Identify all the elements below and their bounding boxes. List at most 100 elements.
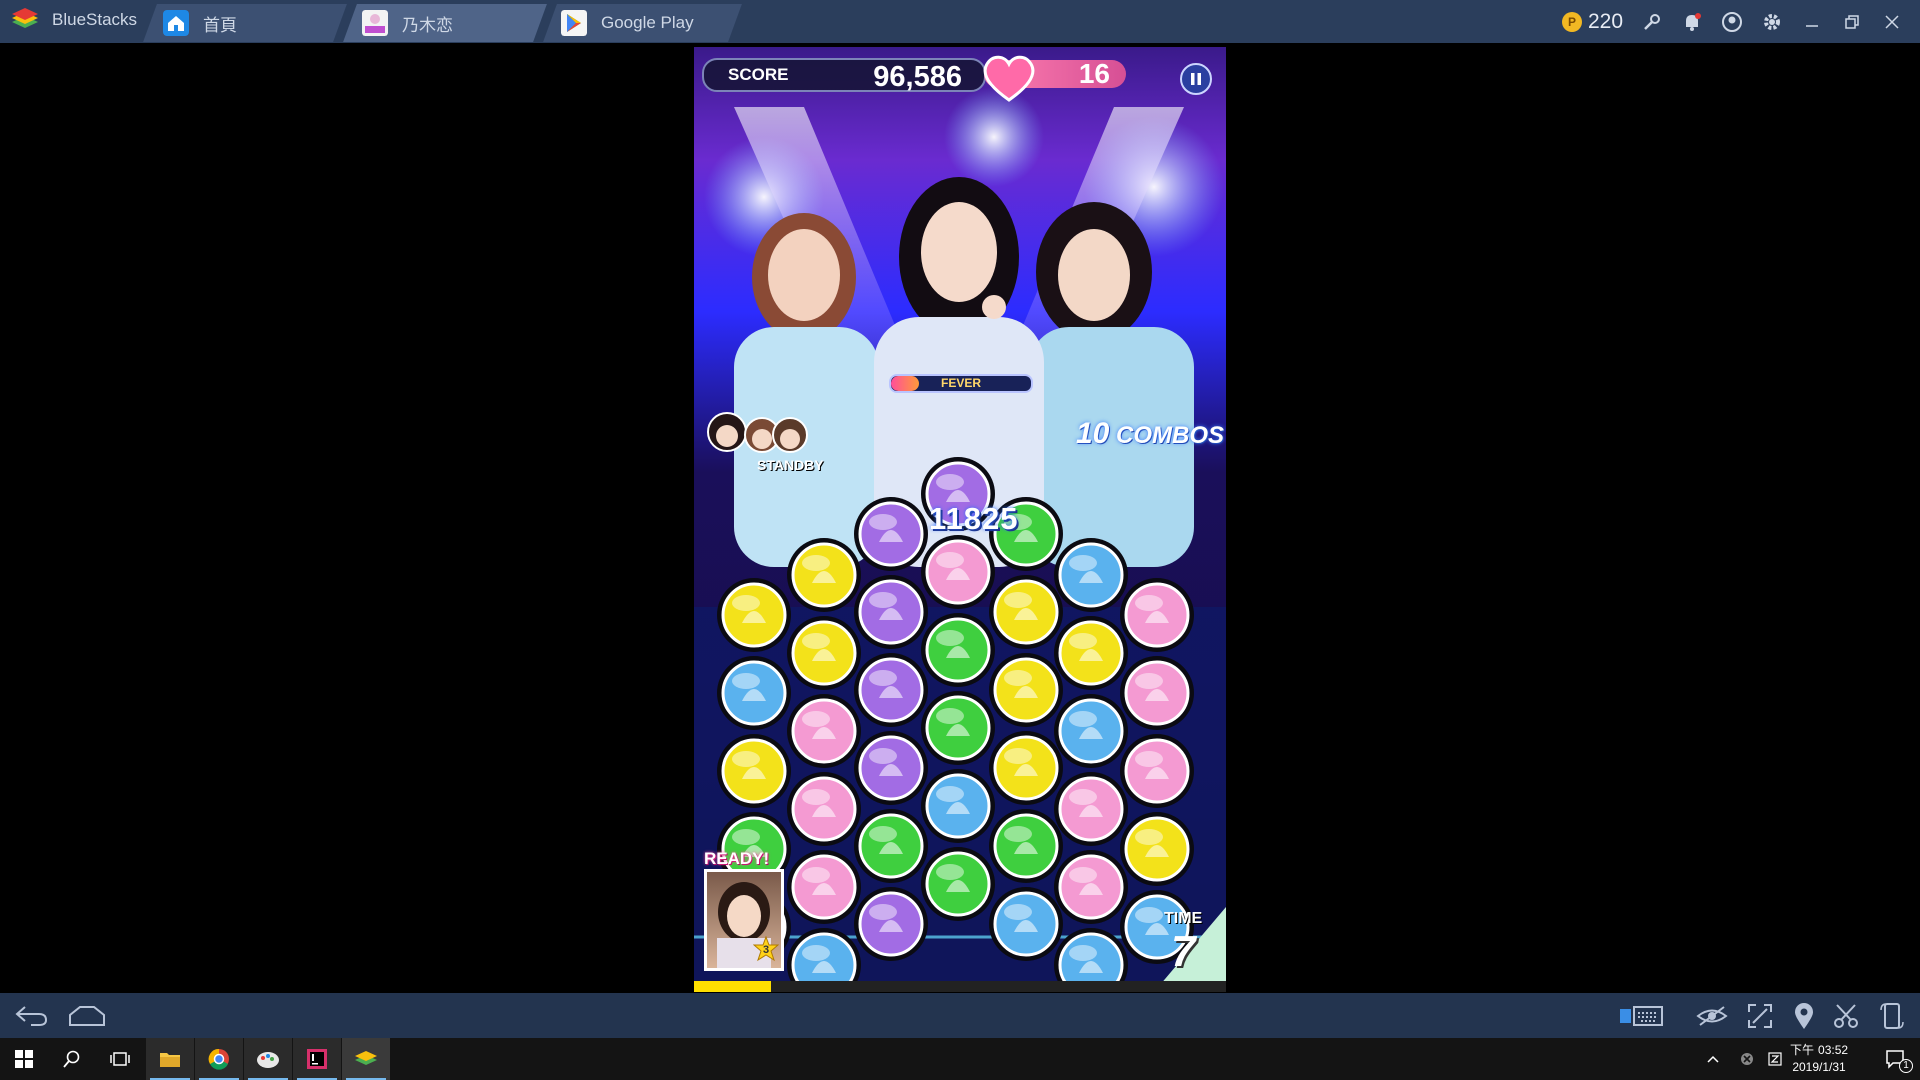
- puzzle-piece-purple[interactable]: [854, 497, 928, 571]
- tab-nogikoi-label: 乃木恋: [402, 15, 453, 35]
- puzzle-piece-blue[interactable]: [921, 769, 995, 843]
- key-icon[interactable]: [1632, 0, 1672, 43]
- puzzle-piece-pink[interactable]: [787, 694, 861, 768]
- puzzle-piece-pink[interactable]: [1120, 734, 1194, 808]
- puzzle-piece-yellow[interactable]: [717, 734, 791, 808]
- gear-icon[interactable]: [1752, 0, 1792, 43]
- tab-google-play[interactable]: Google Play: [561, 4, 694, 42]
- minimize-icon[interactable]: [1792, 0, 1832, 43]
- title-bar: BlueStacks 首頁 乃木恋 Google Play P 220: [0, 0, 1920, 43]
- puzzle-piece-yellow[interactable]: [989, 731, 1063, 805]
- screenshot-button[interactable]: [1826, 993, 1866, 1038]
- puzzle-piece-yellow[interactable]: [1120, 812, 1194, 886]
- tab-home[interactable]: 首頁: [163, 4, 237, 42]
- puzzle-piece-green[interactable]: [921, 691, 995, 765]
- puzzle-piece-blue[interactable]: [717, 656, 791, 730]
- ime-icon: [1768, 1052, 1782, 1066]
- clock[interactable]: 下午 03:52 2019/1/31: [1790, 1042, 1848, 1076]
- clock-period: 下午: [1790, 1043, 1815, 1057]
- puzzle-piece-purple[interactable]: [854, 653, 928, 727]
- bell-icon[interactable]: [1672, 0, 1712, 43]
- windows-start-icon: [15, 1050, 33, 1068]
- visibility-button[interactable]: [1690, 993, 1734, 1038]
- close-icon[interactable]: [1872, 0, 1912, 43]
- task-view-button[interactable]: [96, 1038, 144, 1080]
- tab-google-play-label: Google Play: [601, 13, 694, 32]
- file-explorer-icon: [160, 1053, 180, 1067]
- fullscreen-button[interactable]: [1740, 993, 1780, 1038]
- visibility-icon: [1696, 1005, 1728, 1026]
- tray-ime-button[interactable]: [1762, 1038, 1788, 1080]
- clock-date: 2019/1/31: [1792, 1060, 1846, 1074]
- time-label: TIME: [1164, 910, 1203, 927]
- account-icon[interactable]: [1712, 0, 1752, 43]
- file-explorer-button[interactable]: [146, 1038, 194, 1080]
- puzzle-piece-pink[interactable]: [1120, 656, 1194, 730]
- clock-time: 03:52: [1818, 1043, 1849, 1057]
- coin-icon: P: [1562, 11, 1582, 32]
- rotate-icon: [1880, 1002, 1904, 1029]
- restore-icon[interactable]: [1832, 0, 1872, 43]
- app-name: BlueStacks: [52, 10, 138, 29]
- emulator-nav-bar: [0, 993, 1920, 1038]
- action-center-button[interactable]: 1: [1872, 1038, 1920, 1080]
- intellij-icon: [307, 1049, 327, 1069]
- chevron-up-icon: [1707, 1055, 1719, 1063]
- paint-icon: [257, 1052, 279, 1068]
- skill-card[interactable]: 3: [704, 869, 784, 971]
- search-icon: [63, 1050, 80, 1068]
- puzzle-piece-yellow[interactable]: [989, 575, 1063, 649]
- keyboard-mapping-button[interactable]: [1616, 993, 1666, 1038]
- location-button[interactable]: [1784, 993, 1824, 1038]
- puzzle-piece-blue[interactable]: [1054, 694, 1128, 768]
- puzzle-piece-pink[interactable]: [787, 850, 861, 924]
- network-error-icon: [1741, 1053, 1753, 1065]
- puzzle-piece-purple[interactable]: [854, 887, 928, 961]
- puzzle-piece-pink[interactable]: [1120, 578, 1194, 652]
- scissors-icon: [1834, 1003, 1858, 1028]
- start-button[interactable]: [0, 1038, 48, 1080]
- puzzle-piece-green[interactable]: [921, 847, 995, 921]
- puzzle-piece-pink[interactable]: [1054, 850, 1128, 924]
- puzzle-piece-blue[interactable]: [1054, 538, 1128, 612]
- puzzle-piece-pink[interactable]: [1054, 772, 1128, 846]
- puzzle-piece-pink[interactable]: [787, 772, 861, 846]
- ready-label: READY!: [704, 849, 770, 868]
- home-icon: [163, 10, 189, 36]
- search-button[interactable]: [48, 1038, 96, 1080]
- back-button[interactable]: [10, 993, 52, 1038]
- game-screen[interactable]: SCORE 96,586 16 FEVER 10 COMBOS STANDBY …: [694, 47, 1226, 992]
- tab-nogikoi[interactable]: 乃木恋: [362, 4, 453, 42]
- windows-taskbar: 下午 03:52 2019/1/31 1: [0, 1038, 1920, 1080]
- puzzle-piece-yellow[interactable]: [717, 578, 791, 652]
- bluestacks-icon: [355, 1051, 377, 1065]
- puzzle-piece-yellow[interactable]: [787, 538, 861, 612]
- notification-count: 1: [1899, 1059, 1913, 1073]
- puzzle-piece-yellow[interactable]: [787, 616, 861, 690]
- puzzle-piece-green[interactable]: [921, 613, 995, 687]
- tray-overflow-button[interactable]: [1700, 1038, 1726, 1080]
- rotate-button[interactable]: [1872, 993, 1912, 1038]
- home-button[interactable]: [66, 993, 108, 1038]
- puzzle-piece-yellow[interactable]: [1054, 616, 1128, 690]
- back-icon: [15, 1005, 48, 1026]
- puzzle-piece-pink[interactable]: [921, 535, 995, 609]
- intellij-button[interactable]: [293, 1038, 341, 1080]
- chrome-button[interactable]: [195, 1038, 243, 1080]
- tray-network-button[interactable]: [1734, 1038, 1760, 1080]
- puzzle-piece-purple[interactable]: [854, 575, 928, 649]
- puzzle-piece-green[interactable]: [854, 809, 928, 883]
- home-icon: [69, 1005, 105, 1026]
- tab-home-label: 首頁: [203, 15, 237, 35]
- puzzle-piece-blue[interactable]: [989, 887, 1063, 961]
- coin-display[interactable]: P 220: [1562, 0, 1623, 43]
- time-progress-fill: [694, 981, 772, 992]
- keyboard-mapping-icon: [1620, 1005, 1663, 1026]
- puzzle-piece-yellow[interactable]: [989, 653, 1063, 727]
- puzzle-piece-green[interactable]: [989, 809, 1063, 883]
- puzzle-piece-purple[interactable]: [854, 731, 928, 805]
- bluestacks-button[interactable]: [342, 1038, 390, 1080]
- chrome-icon: [208, 1048, 229, 1070]
- paint-button[interactable]: [244, 1038, 292, 1080]
- google-play-icon: [561, 10, 587, 36]
